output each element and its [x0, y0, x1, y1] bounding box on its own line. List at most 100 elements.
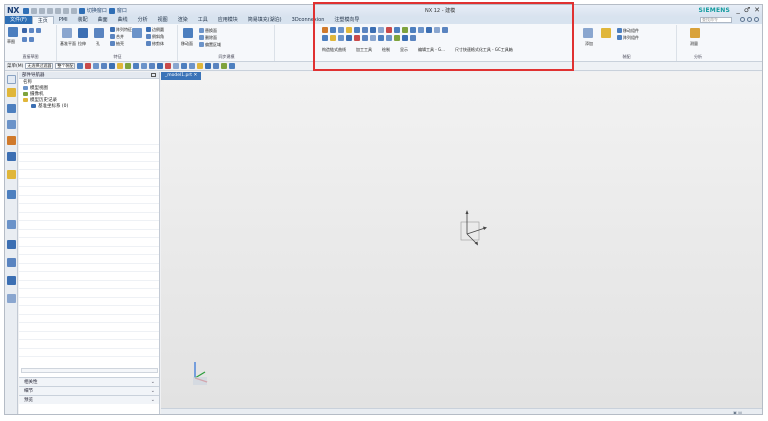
- reuse-library-icon[interactable]: [7, 136, 16, 145]
- face-icon[interactable]: [173, 63, 180, 69]
- trim-body-icon[interactable]: [146, 41, 151, 46]
- render-style-icon[interactable]: [221, 63, 228, 69]
- chamfer-icon[interactable]: [146, 34, 151, 39]
- view-orient-icon[interactable]: [213, 63, 220, 69]
- close-button[interactable]: ✕: [754, 6, 760, 14]
- panel-dependencies[interactable]: 相关性 ⌄: [19, 377, 159, 386]
- datum-icon[interactable]: [442, 27, 448, 33]
- surface-finish-icon[interactable]: [434, 27, 440, 33]
- display-icon[interactable]: [346, 27, 352, 33]
- text-icon[interactable]: [370, 27, 376, 33]
- copy-icon[interactable]: [54, 7, 61, 14]
- ordinate-icon[interactable]: [402, 35, 408, 41]
- hole-callout-icon[interactable]: [322, 35, 328, 41]
- save-icon[interactable]: [22, 7, 29, 14]
- delete-face-icon[interactable]: [199, 35, 204, 40]
- cut-icon[interactable]: [46, 7, 53, 14]
- chain-curve-icon[interactable]: [322, 27, 328, 33]
- edge-icon[interactable]: [189, 63, 196, 69]
- view-icon[interactable]: [410, 27, 416, 33]
- point-snap-icon[interactable]: [101, 63, 108, 69]
- process-studio-icon[interactable]: [7, 240, 16, 249]
- align-icon[interactable]: [346, 35, 352, 41]
- table-icon[interactable]: [378, 27, 384, 33]
- tab-assembly[interactable]: 装配: [73, 16, 93, 24]
- angle-icon[interactable]: [370, 35, 376, 41]
- select-icon[interactable]: [85, 63, 92, 69]
- edit-tool-icon[interactable]: [354, 27, 360, 33]
- tab-tools[interactable]: 工具: [193, 16, 213, 24]
- system-materials-icon[interactable]: [7, 220, 16, 229]
- panel-preview[interactable]: 预览 ⌄: [19, 395, 159, 404]
- component-icon[interactable]: [205, 63, 212, 69]
- manufacturing-wizard-icon[interactable]: [7, 258, 16, 267]
- centerline-icon[interactable]: [338, 35, 344, 41]
- scope-select[interactable]: 整个装配: [55, 63, 76, 69]
- measure-icon[interactable]: [362, 35, 368, 41]
- tab-mold-wizard[interactable]: 注塑模向导: [329, 16, 364, 24]
- curve-icon[interactable]: [157, 63, 164, 69]
- extrude-icon[interactable]: [78, 28, 88, 38]
- tab-pmi[interactable]: PMI: [54, 16, 73, 24]
- dimension-icon[interactable]: [362, 27, 368, 33]
- type-filter-select[interactable]: 无选择过滤器: [25, 63, 54, 69]
- machining-icon[interactable]: [330, 27, 336, 33]
- fullscreen-icon[interactable]: ▣ ▤: [733, 410, 742, 414]
- add-component-icon[interactable]: [583, 28, 593, 38]
- tab-3dconnexion[interactable]: 3Dconnexion: [287, 16, 330, 24]
- window-menu-icon[interactable]: [108, 7, 115, 14]
- pattern-component-icon[interactable]: [617, 35, 622, 40]
- edge-blend-icon[interactable]: [146, 27, 151, 32]
- feature-icon[interactable]: [197, 63, 204, 69]
- end-point-icon[interactable]: [109, 63, 116, 69]
- restore-button[interactable]: ♂: [744, 6, 750, 14]
- unite-icon[interactable]: [110, 34, 115, 39]
- part-navigator-icon[interactable]: [7, 104, 16, 113]
- search-icon[interactable]: [740, 17, 745, 22]
- offset-region-icon[interactable]: [199, 42, 204, 47]
- draw-icon[interactable]: [338, 27, 344, 33]
- note-icon[interactable]: [386, 27, 392, 33]
- graphics-window[interactable]: _model1.prt ✕: [161, 72, 762, 408]
- tab-application[interactable]: 应用模块: [213, 16, 243, 24]
- menu-button[interactable]: 菜单(M): [7, 63, 23, 69]
- pattern-feature-icon[interactable]: [110, 27, 115, 32]
- command-search-input[interactable]: 查找命令: [700, 17, 732, 23]
- hole-icon[interactable]: [94, 28, 104, 38]
- panel-details[interactable]: 细节 ⌄: [19, 386, 159, 395]
- chain-dim-icon[interactable]: [386, 35, 392, 41]
- switch-window-label[interactable]: 切换窗口: [87, 7, 107, 14]
- repeat-command-icon[interactable]: [70, 7, 77, 14]
- undo-icon[interactable]: [30, 7, 37, 14]
- arc-icon[interactable]: [36, 28, 41, 33]
- redo-icon[interactable]: [38, 7, 45, 14]
- point-icon[interactable]: [29, 37, 34, 42]
- role-icon[interactable]: [7, 276, 16, 285]
- sketch-icon[interactable]: [8, 27, 18, 37]
- move-component-icon[interactable]: [617, 28, 622, 33]
- existing-point-icon[interactable]: [165, 63, 172, 69]
- draft-icon[interactable]: [132, 28, 142, 38]
- minimize-button[interactable]: _: [736, 6, 740, 14]
- tab-easy-fill[interactable]: 简易填充(湖泊): [243, 16, 287, 24]
- tab-render[interactable]: 渲染: [173, 16, 193, 24]
- navigator-horizontal-scrollbar[interactable]: [21, 368, 158, 373]
- maximize-icon[interactable]: [151, 73, 156, 77]
- switch-window-icon[interactable]: [78, 7, 85, 14]
- line-icon[interactable]: [29, 28, 34, 33]
- shell-icon[interactable]: [110, 41, 115, 46]
- tangent-icon[interactable]: [149, 63, 156, 69]
- gdt-icon[interactable]: [426, 27, 432, 33]
- profile-icon[interactable]: [22, 28, 27, 33]
- intersection-icon[interactable]: [141, 63, 148, 69]
- quadrant-icon[interactable]: [133, 63, 140, 69]
- body-icon[interactable]: [181, 63, 188, 69]
- tab-surface[interactable]: 曲面: [93, 16, 113, 24]
- replace-face-icon[interactable]: [199, 28, 204, 33]
- baseline-dim-icon[interactable]: [394, 35, 400, 41]
- tree-item-datum-csys[interactable]: 基准坐标系 (0): [19, 103, 159, 109]
- tab-file[interactable]: 文件(F): [5, 16, 32, 24]
- move-face-icon[interactable]: [183, 28, 193, 38]
- tab-view[interactable]: 视图: [153, 16, 173, 24]
- history-icon[interactable]: [7, 190, 16, 199]
